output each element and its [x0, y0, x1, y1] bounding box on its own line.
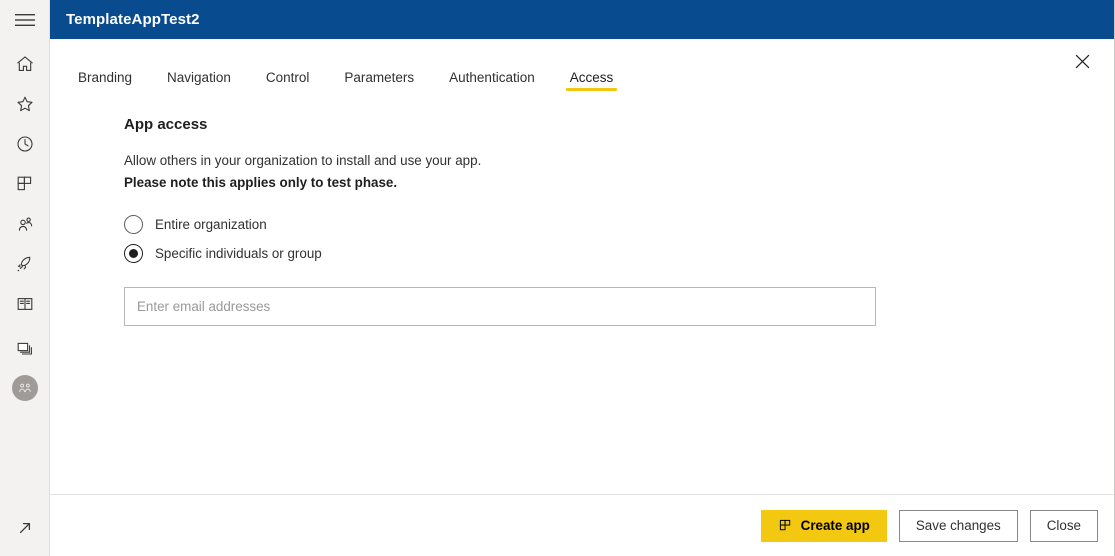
radio-entire-organization[interactable]: Entire organization — [124, 210, 1114, 239]
sidebar-item-recent[interactable] — [0, 124, 50, 164]
expand-rail-button[interactable] — [0, 508, 50, 548]
access-description-line-1: Allow others in your organization to ins… — [124, 153, 482, 168]
close-icon — [1075, 54, 1090, 74]
sidebar-item-learn[interactable] — [0, 284, 50, 324]
panel-titlebar: TemplateAppTest2 — [50, 0, 1114, 39]
tab-control[interactable]: Control — [262, 70, 314, 92]
sidebar-item-workspace-avatar[interactable] — [0, 368, 50, 408]
app-root: TemplateAppTest2 Branding Navigation Con… — [0, 0, 1115, 556]
tab-parameters[interactable]: Parameters — [340, 70, 418, 92]
create-app-button[interactable]: Create app — [760, 509, 887, 542]
home-icon — [15, 54, 35, 74]
clock-icon — [15, 134, 35, 154]
close-button[interactable]: Close — [1029, 509, 1098, 542]
sidebar-item-apps[interactable] — [0, 164, 50, 204]
email-addresses-field[interactable] — [124, 287, 876, 326]
access-scope-radio-group: Entire organization Specific individuals… — [124, 210, 1114, 268]
sidebar-item-deployment[interactable] — [0, 244, 50, 284]
radio-label-entire-organization: Entire organization — [155, 217, 267, 232]
radio-specific-individuals[interactable]: Specific individuals or group — [124, 239, 1114, 268]
close-panel-button[interactable] — [1066, 48, 1098, 80]
hamburger-icon — [14, 13, 35, 27]
group-avatar-icon — [11, 375, 38, 401]
panel-footer: Create app Save changes Close — [50, 494, 1114, 556]
expand-arrow-icon — [15, 518, 35, 538]
radio-label-specific-individuals: Specific individuals or group — [155, 246, 322, 261]
hamburger-menu-button[interactable] — [0, 0, 50, 40]
access-description-line-2: Please note this applies only to test ph… — [124, 175, 398, 190]
workspaces-icon — [15, 338, 35, 358]
people-icon — [15, 214, 35, 234]
tab-navigation[interactable]: Navigation — [163, 70, 235, 92]
page-title: TemplateAppTest2 — [66, 11, 200, 28]
sidebar-item-shared[interactable] — [0, 204, 50, 244]
create-app-label: Create app — [800, 518, 870, 533]
panel-content: App access Allow others in your organiza… — [50, 91, 1114, 494]
rocket-icon — [15, 254, 35, 274]
tab-branding[interactable]: Branding — [74, 70, 136, 92]
save-changes-button[interactable]: Save changes — [898, 509, 1018, 542]
section-title: App access — [124, 116, 208, 133]
email-addresses-input[interactable] — [125, 288, 875, 325]
apps-grid-icon — [778, 518, 793, 533]
book-icon — [15, 294, 35, 314]
apps-grid-icon — [15, 174, 35, 194]
tab-bar: Branding Navigation Control Parameters A… — [50, 39, 1114, 91]
sidebar-item-home[interactable] — [0, 44, 50, 84]
tab-access[interactable]: Access — [565, 70, 618, 92]
main-panel: TemplateAppTest2 Branding Navigation Con… — [50, 0, 1115, 556]
radio-mark-icon — [124, 215, 143, 234]
sidebar-item-workspaces[interactable] — [0, 328, 50, 368]
sidebar-item-favorites[interactable] — [0, 84, 50, 124]
radio-mark-icon — [124, 244, 143, 263]
star-icon — [15, 94, 35, 114]
left-nav-rail — [0, 0, 50, 556]
tab-authentication[interactable]: Authentication — [445, 70, 539, 92]
radio-dot-icon — [129, 249, 138, 258]
